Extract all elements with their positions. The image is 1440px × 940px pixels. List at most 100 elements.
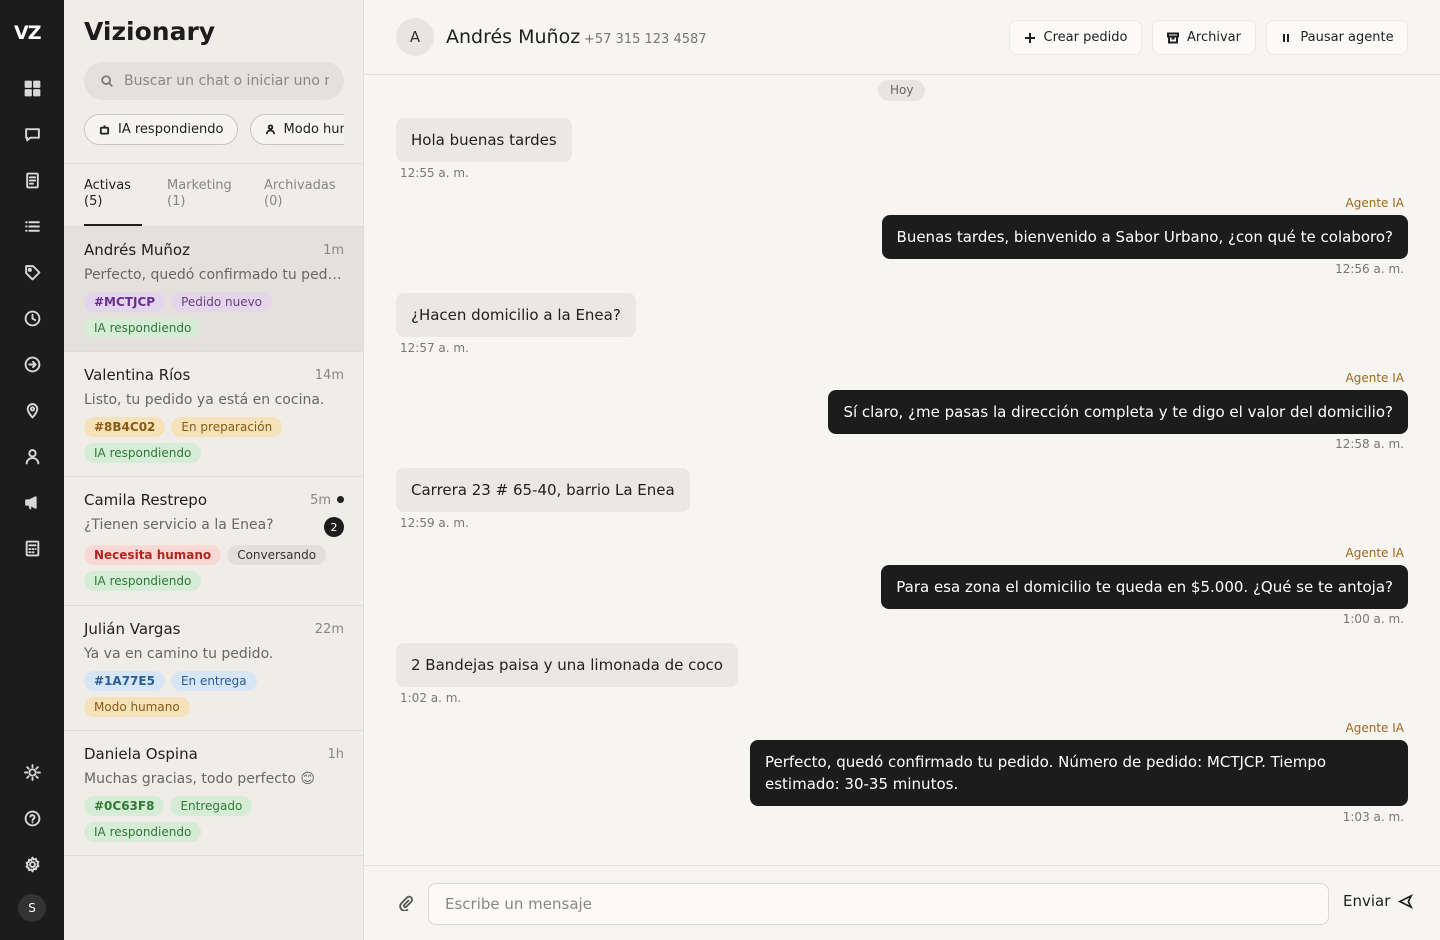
search-input[interactable]	[124, 73, 329, 89]
search-icon	[101, 75, 113, 87]
date-separator: Hoy	[878, 80, 926, 101]
brand-title: Vizionary	[84, 17, 216, 46]
chat-time: 22m	[314, 622, 344, 637]
megaphone-icon[interactable]	[20, 490, 44, 514]
agent-label: Agente IA	[1345, 371, 1404, 385]
chat-icon[interactable]	[20, 122, 44, 146]
tab-archivadas[interactable]: Archivadas (0)	[264, 178, 336, 210]
order-id-tag: #MCTJCP	[84, 292, 166, 312]
message-time: 1:00 a. m.	[1342, 612, 1404, 626]
conversation-panel: A Andrés Muñoz +57 315 123 4587 Crear pe…	[364, 0, 1440, 940]
order-id-tag: #0C63F8	[84, 796, 165, 816]
conversation-header: A Andrés Muñoz +57 315 123 4587 Crear pe…	[364, 0, 1440, 75]
chat-time: 1m	[323, 243, 344, 258]
chat-contact-name: Julián Vargas	[84, 620, 181, 638]
pause-icon	[1283, 33, 1290, 42]
archive-button[interactable]: Archivar	[1152, 20, 1256, 55]
order-id-tag: #8B4C02	[84, 417, 166, 437]
location-pin-icon[interactable]	[20, 398, 44, 422]
incoming-message: Carrera 23 # 65-40, barrio La Enea	[396, 468, 690, 512]
unread-dot	[337, 496, 344, 503]
message-time: 12:56 a. m.	[1335, 262, 1404, 276]
send-button[interactable]: Enviar	[1343, 892, 1414, 910]
chat-list-item[interactable]: Daniela Ospina 1h Muchas gracias, todo p…	[64, 731, 363, 856]
mode-tag: IA respondiendo	[84, 443, 202, 463]
message-time: 1:02 a. m.	[400, 691, 462, 705]
message-composer: Enviar	[364, 865, 1440, 940]
agent-label: Agente IA	[1345, 546, 1404, 560]
plus-icon	[1024, 32, 1035, 43]
robot-icon	[99, 125, 110, 135]
incoming-message: ¿Hacen domicilio a la Enea?	[396, 293, 636, 337]
send-icon	[1398, 893, 1414, 909]
clock-icon[interactable]	[20, 306, 44, 330]
filter-chips: IA respondiendo Modo humano	[84, 114, 344, 146]
outgoing-message: Buenas tardes, bienvenido a Sabor Urbano…	[881, 215, 1408, 259]
chat-contact-name: Valentina Ríos	[84, 366, 191, 384]
mode-tag: Modo humano	[84, 697, 190, 717]
filter-ia-respondiendo[interactable]: IA respondiendo	[84, 114, 239, 145]
message-time: 12:57 a. m.	[400, 341, 469, 355]
order-id-tag: #1A77E5	[84, 671, 165, 691]
dashboard-icon[interactable]	[20, 76, 44, 100]
chat-list-item[interactable]: Valentina Ríos 14m Listo, tu pedido ya e…	[64, 352, 363, 477]
alert-tag: Necesita humano	[84, 545, 222, 565]
agent-label: Agente IA	[1345, 196, 1404, 210]
chat-list-item[interactable]: Julián Vargas 22m Ya va en camino tu ped…	[64, 606, 363, 731]
arrow-circle-icon[interactable]	[20, 352, 44, 376]
incoming-message: Hola buenas tardes	[396, 118, 572, 162]
chat-preview: Ya va en camino tu pedido.	[84, 646, 274, 662]
order-status-tag: Entregado	[170, 796, 253, 816]
list-icon[interactable]	[20, 214, 44, 238]
chat-preview: Listo, tu pedido ya está en cocina.	[84, 392, 325, 408]
contact-name: Andrés Muñoz	[446, 26, 581, 48]
outgoing-message: Para esa zona el domicilio te queda en $…	[881, 565, 1408, 609]
tab-marketing[interactable]: Marketing (1)	[167, 178, 232, 210]
conversation-status-tag: Conversando	[227, 545, 327, 565]
incoming-message: 2 Bandejas paisa y una limonada de coco	[396, 643, 738, 687]
chat-list-item[interactable]: Camila Restrepo 5m ¿Tienen servicio a la…	[64, 477, 363, 606]
contact-phone: +57 315 123 4587	[584, 32, 707, 47]
chat-time: 1h	[327, 747, 344, 762]
contact-avatar: A	[396, 18, 434, 56]
chat-preview: Perfecto, quedó confirmado tu pedido. Nú…	[84, 267, 344, 283]
chat-sidebar: Vizionary IA respondiendo Modo humano Ac…	[64, 0, 364, 940]
order-status-tag: En entrega	[170, 671, 257, 691]
nav-rail: VZ S	[0, 0, 64, 940]
archive-icon	[1167, 32, 1180, 43]
orders-icon[interactable]	[20, 168, 44, 192]
mode-tag: IA respondiendo	[84, 571, 202, 591]
create-order-button[interactable]: Crear pedido	[1009, 20, 1142, 55]
user-icon[interactable]	[20, 444, 44, 468]
theme-sun-icon[interactable]	[20, 760, 44, 784]
search-box[interactable]	[84, 62, 344, 100]
pause-agent-button[interactable]: Pausar agente	[1266, 20, 1408, 55]
chat-tabs: Activas (5) Marketing (1) Archivadas (0)	[64, 163, 363, 227]
chat-contact-name: Camila Restrepo	[84, 491, 208, 509]
tab-activas[interactable]: Activas (5)	[84, 178, 131, 210]
chat-contact-name: Daniela Ospina	[84, 745, 198, 763]
message-input[interactable]	[428, 883, 1329, 925]
chat-contact-name: Andrés Muñoz	[84, 241, 190, 259]
settings-gear-icon[interactable]	[20, 852, 44, 876]
order-status-tag: En preparación	[171, 417, 283, 437]
order-status-tag: Pedido nuevo	[171, 292, 273, 312]
tag-icon[interactable]	[20, 260, 44, 284]
chat-preview: Muchas gracias, todo perfecto 😊	[84, 771, 315, 787]
help-icon[interactable]	[20, 806, 44, 830]
filter-modo-humano[interactable]: Modo humano	[249, 114, 344, 145]
app-logo[interactable]: VZ	[14, 22, 42, 44]
message-time: 1:03 a. m.	[1342, 810, 1404, 824]
mode-tag: IA respondiendo	[84, 318, 202, 338]
attach-paperclip-icon[interactable]	[398, 895, 414, 912]
user-avatar[interactable]: S	[18, 894, 46, 922]
message-time: 12:58 a. m.	[1335, 437, 1404, 451]
chat-list-item[interactable]: Andrés Muñoz 1m Perfecto, quedó confirma…	[64, 227, 363, 352]
calculator-icon[interactable]	[20, 536, 44, 560]
outgoing-message: Perfecto, quedó confirmado tu pedido. Nú…	[750, 740, 1408, 806]
mode-tag: IA respondiendo	[84, 822, 202, 842]
outgoing-message: Sí claro, ¿me pasas la dirección complet…	[828, 390, 1408, 434]
chat-preview: ¿Tienen servicio a la Enea?	[84, 517, 274, 533]
chat-time: 14m	[314, 368, 344, 383]
message-time: 12:55 a. m.	[400, 166, 469, 180]
